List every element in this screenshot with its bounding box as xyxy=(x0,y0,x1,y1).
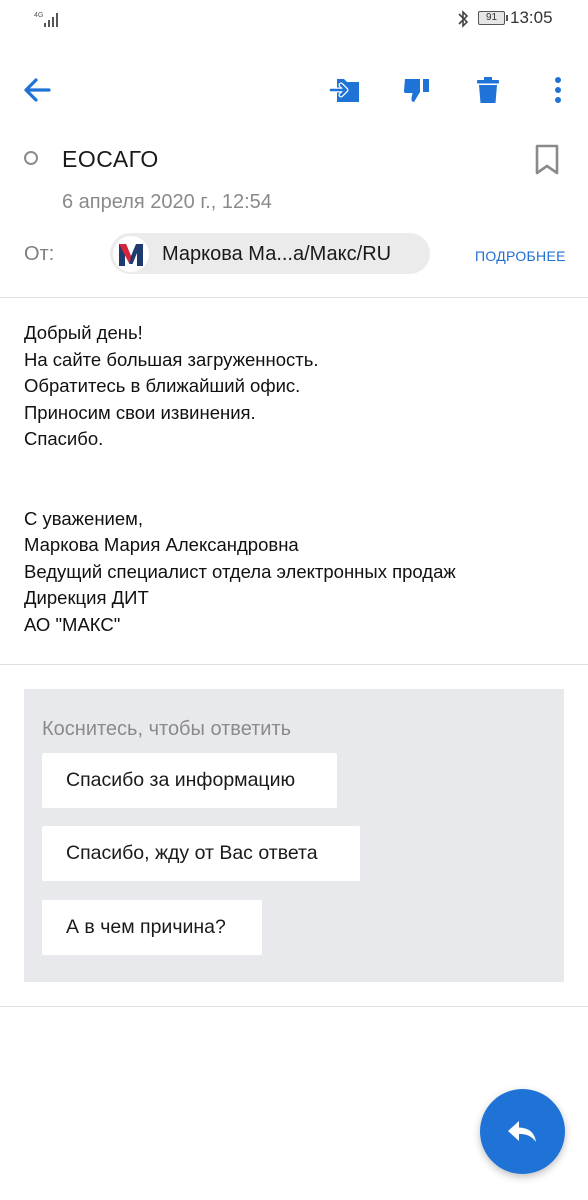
move-to-folder-button[interactable] xyxy=(325,70,365,110)
body-line: Обратитесь в ближайший офис. xyxy=(24,375,301,396)
signature-line: Маркова Мария Александровна xyxy=(24,534,299,555)
move-to-folder-icon xyxy=(328,79,359,102)
spam-button[interactable] xyxy=(397,70,437,110)
more-options-button[interactable] xyxy=(538,70,578,110)
reply-fab-button[interactable] xyxy=(480,1089,565,1174)
signature-line: АО "МАКС" xyxy=(24,613,121,635)
smart-reply-option[interactable]: Спасибо за информацию xyxy=(42,753,337,808)
sender-logo xyxy=(113,236,149,272)
clock: 13:05 xyxy=(510,8,553,27)
body-divider xyxy=(0,664,588,665)
status-bar: 4G 91 13:05 xyxy=(0,0,588,38)
body-line: Приносим свои извинения. xyxy=(24,401,256,423)
from-label: От: xyxy=(24,243,55,265)
reply-icon xyxy=(507,1120,536,1142)
more-vertical-icon xyxy=(555,77,561,103)
details-link[interactable]: ПОДРОБНЕЕ xyxy=(475,248,566,264)
body-line: Добрый день! xyxy=(24,322,143,343)
bookmark-icon xyxy=(535,144,559,175)
bluetooth-icon xyxy=(458,10,469,28)
smart-reply-option[interactable]: Спасибо, жду от Вас ответа xyxy=(42,826,360,881)
unread-toggle[interactable] xyxy=(24,151,38,165)
reply-divider xyxy=(0,1006,588,1007)
bookmark-button[interactable] xyxy=(530,142,564,178)
maks-logo-icon xyxy=(119,244,143,266)
message-subject: ЕОСАГО xyxy=(62,146,159,172)
body-line: Спасибо. xyxy=(24,428,104,449)
header-divider xyxy=(0,297,588,298)
sender-name[interactable]: Маркова Ма...а/Макс/RU xyxy=(162,243,391,266)
signature-line: Ведущий специалист отдела электронных пр… xyxy=(24,560,456,582)
smart-reply-option[interactable]: А в чем причина? xyxy=(42,900,262,955)
smart-reply-hint: Коснитесь, чтобы ответить xyxy=(42,718,292,740)
arrow-left-icon xyxy=(24,78,51,102)
signature-line: Дирекция ДИТ xyxy=(24,587,149,608)
body-line: На сайте большая загруженность. xyxy=(24,348,319,370)
network-type-label: 4G xyxy=(34,12,43,19)
thumbs-down-icon xyxy=(403,79,429,102)
signal-icon: 4G xyxy=(34,12,58,27)
message-date: 6 апреля 2020 г., 12:54 xyxy=(62,191,272,213)
trash-icon xyxy=(477,77,499,103)
message-body: Добрый день! На сайте большая загруженно… xyxy=(24,320,564,638)
signature-line: С уважением, xyxy=(24,507,144,529)
battery-indicator: 91 xyxy=(478,11,508,25)
back-button[interactable] xyxy=(17,70,57,110)
delete-button[interactable] xyxy=(468,70,508,110)
